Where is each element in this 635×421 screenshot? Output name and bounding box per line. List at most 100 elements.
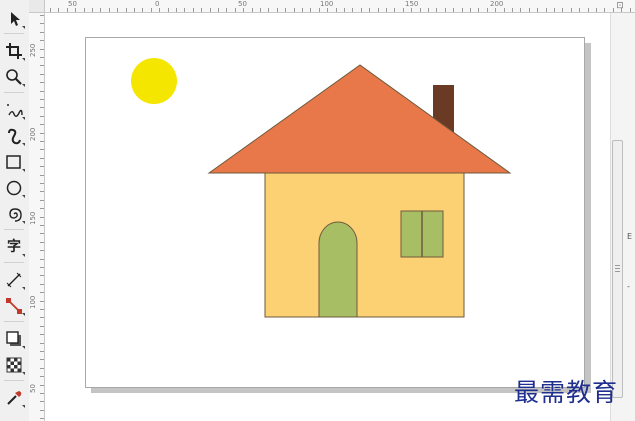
ruler-tick [453,8,455,12]
ruler-tick [436,8,438,12]
ruler-tick [40,258,44,260]
ruler-tick [545,8,547,12]
ruler-tick [201,8,203,12]
ruler-tick [40,124,44,126]
ruler-tick [360,8,362,12]
ruler-options-icon[interactable]: ⊡ [610,0,630,12]
docker-tab-label[interactable]: E [627,232,632,241]
drop-shadow-tool-button[interactable] [3,328,25,350]
ruler-tick [58,8,60,12]
dimension-tool-button[interactable] [3,269,25,291]
ruler-tick [40,183,44,184]
ruler-tick [40,241,44,243]
ruler-tick [40,48,44,50]
eyedropper-tool-button[interactable] [3,387,25,409]
ruler-tick [251,8,253,12]
transparency-tool-button[interactable] [3,354,25,376]
spiral-tool-button[interactable] [3,203,25,225]
ruler-tick [40,57,44,58]
ruler-tick [40,250,44,252]
ruler-tick [40,82,44,84]
ruler-tick [562,8,564,12]
ruler-tick [478,8,480,12]
ruler-tick [40,300,44,302]
ruler-label: 250 [29,43,37,57]
ruler-label: 200 [29,127,37,141]
ruler-tick [470,8,471,12]
ruler-label: 50 [29,384,37,393]
ruler-tick [40,199,44,201]
ruler-tick [335,8,337,12]
ruler-tick [108,8,110,12]
zoom-tool-button[interactable] [3,66,25,88]
ruler-tick [40,157,44,159]
ruler-tick [40,208,44,210]
pick-tool-button[interactable] [3,8,25,30]
rectangle-tool-button[interactable] [3,151,25,173]
ruler-tick [276,8,278,12]
ruler-tick [428,8,429,12]
ruler-tick [528,8,530,12]
ruler-tick [377,8,379,12]
ruler-tick [134,8,135,12]
sun-shape[interactable] [131,58,177,104]
ruler-tick [503,8,505,12]
ruler-tick [386,8,387,12]
ruler-tick [66,8,68,12]
connector-tool-button[interactable] [3,295,25,317]
ruler-tick [40,401,44,403]
ruler-tick [40,309,44,310]
ruler-tick [226,8,228,12]
ruler-tick [344,8,345,12]
ellipse-tool-button[interactable] [3,177,25,199]
ruler-origin-corner[interactable] [29,0,45,13]
ruler-tick [40,15,44,16]
ruler-tick [402,8,404,12]
ruler-tick [419,8,421,12]
ruler-tick [92,8,93,12]
ruler-tick [40,99,44,100]
text-tool-button[interactable]: 字 [3,236,25,258]
ruler-tick [125,8,127,12]
ruler-tick [40,225,44,226]
ruler-tick [117,8,119,12]
ruler-tick [40,132,44,134]
door-shape[interactable] [318,221,358,318]
ruler-tick [411,8,413,12]
ruler-tick [486,8,488,12]
ruler-tick [176,8,177,12]
ruler-tick [369,8,371,12]
ruler-label: 200 [490,0,504,8]
horizontal-ruler[interactable]: 50 0 50 100 150 200 [45,0,635,13]
ruler-tick [40,90,44,92]
ruler-tick [218,8,219,12]
ruler-tick [40,283,44,285]
roof-shape[interactable] [207,64,512,174]
ruler-tick [596,8,597,12]
ruler-tick [554,8,555,12]
ruler-tick [40,409,44,411]
crop-tool-button[interactable] [3,40,25,62]
ruler-tick [444,8,446,12]
ruler-tick [40,149,44,151]
ruler-tick [40,115,44,117]
ruler-tick [587,8,589,12]
ruler-tick [40,393,44,394]
ruler-tick [40,141,44,142]
ruler-tick [394,8,396,12]
ruler-label: 100 [29,295,37,309]
ruler-tick [40,334,44,336]
vertical-ruler[interactable]: 250 200 150 100 50 [29,13,45,421]
scrollbar-thumb[interactable] [612,140,623,398]
ruler-tick [520,8,522,12]
ruler-tick [570,8,572,12]
freehand-tool-button[interactable] [3,99,25,121]
ruler-tick [40,418,44,420]
ruler-tick [40,267,44,268]
ruler-tick [537,8,539,12]
artistic-media-tool-button[interactable] [3,125,25,147]
watermark: 最需教育 [514,378,619,407]
scrollbar-grip-icon [615,265,620,273]
ruler-label: 100 [320,0,334,8]
ruler-tick [40,292,44,294]
